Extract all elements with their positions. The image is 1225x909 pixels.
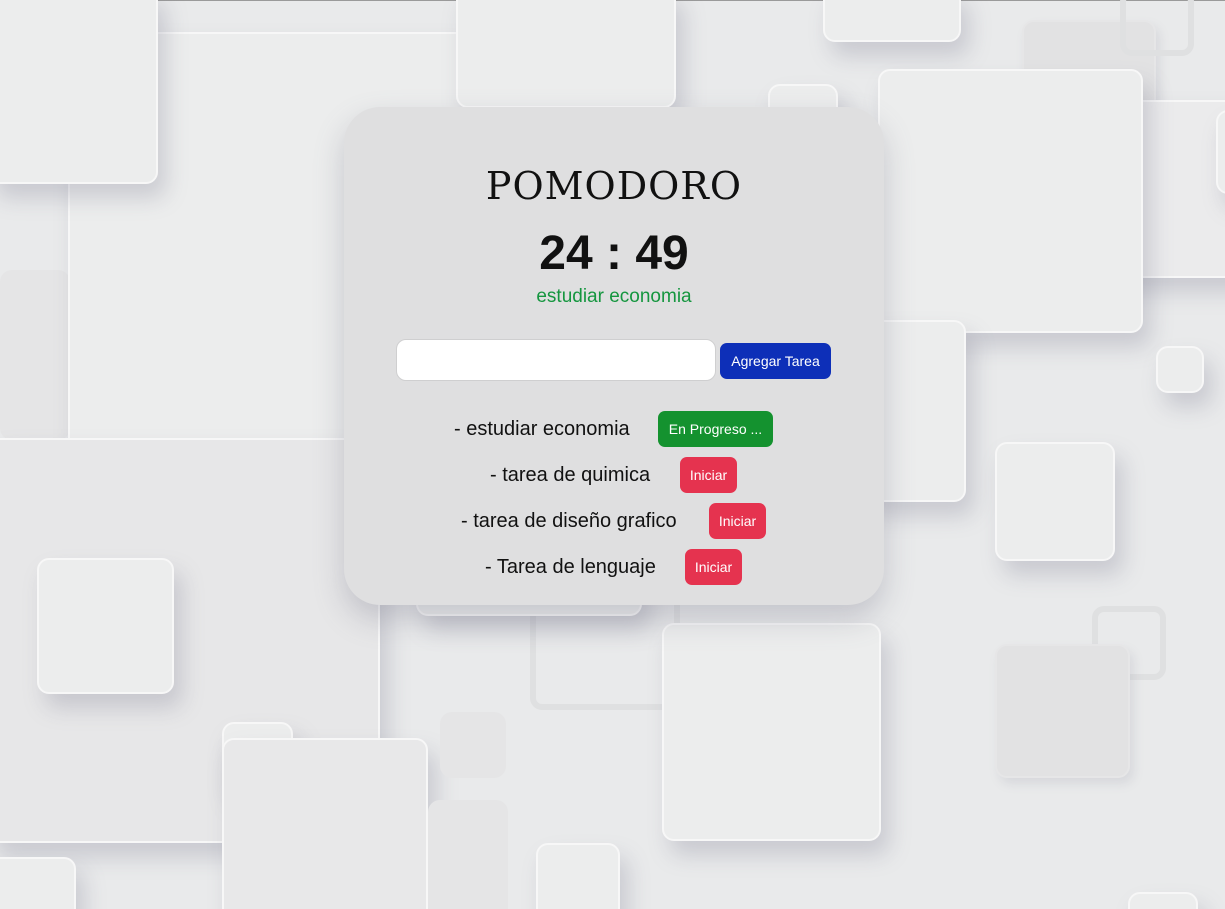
bg-square xyxy=(662,623,881,841)
task-in-progress-button[interactable]: En Progreso ... xyxy=(658,411,773,447)
bg-square xyxy=(428,800,508,909)
bg-square xyxy=(995,442,1115,561)
bg-square xyxy=(995,644,1130,778)
pomodoro-card: POMODORO 24 : 49 estudiar economia Agreg… xyxy=(344,107,884,605)
task-item: - Tarea de lenguaje Iniciar xyxy=(485,549,745,585)
task-label: - Tarea de lenguaje xyxy=(485,555,656,578)
task-label: - tarea de diseño grafico xyxy=(461,509,677,532)
bg-square xyxy=(0,270,70,440)
bg-square xyxy=(222,738,428,909)
task-label: - estudiar economia xyxy=(454,417,630,440)
bg-square xyxy=(0,0,158,184)
bg-square xyxy=(536,843,620,909)
task-start-button[interactable]: Iniciar xyxy=(680,457,737,493)
add-task-button[interactable]: Agregar Tarea xyxy=(720,343,831,379)
bg-square xyxy=(1128,892,1198,909)
task-label: - tarea de quimica xyxy=(490,463,651,486)
bg-square xyxy=(456,0,676,108)
bg-square xyxy=(440,712,506,778)
app-title: POMODORO xyxy=(485,164,743,208)
bg-square xyxy=(823,0,961,42)
task-start-button[interactable]: Iniciar xyxy=(709,503,766,539)
current-task-label: estudiar economia xyxy=(536,286,692,307)
bg-square xyxy=(1156,346,1204,393)
task-input[interactable] xyxy=(396,339,716,381)
timer-display: 24 : 49 xyxy=(539,227,689,280)
task-item: - estudiar economia En Progreso ... xyxy=(454,411,774,447)
bg-square xyxy=(1120,0,1194,56)
task-item: - tarea de diseño grafico Iniciar xyxy=(461,503,771,539)
bg-square xyxy=(1216,110,1225,194)
bg-square xyxy=(37,558,174,694)
bg-square xyxy=(0,857,76,909)
task-item: - tarea de quimica Iniciar xyxy=(490,457,740,493)
task-start-button[interactable]: Iniciar xyxy=(685,549,742,585)
bg-square xyxy=(878,69,1143,333)
